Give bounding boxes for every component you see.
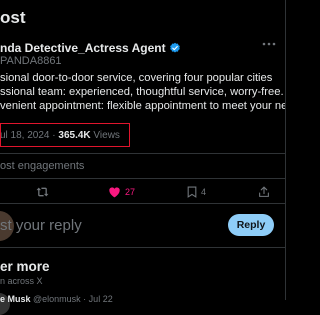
share-button[interactable] — [258, 186, 270, 198]
reply-input[interactable]: st your reply — [0, 217, 82, 234]
highlight-box — [0, 123, 130, 147]
divider — [0, 247, 285, 248]
retweet-button[interactable] — [36, 186, 49, 198]
next-post-handle: @elonmusk · Jul 22 — [33, 294, 113, 304]
divider — [0, 203, 285, 204]
discover-more-heading: er more — [0, 259, 50, 274]
page-title: ost — [0, 8, 26, 27]
tweet-text-line: sional door-to-door service, covering fo… — [0, 72, 273, 84]
verified-badge-icon — [169, 42, 180, 53]
bookmark-icon — [187, 186, 197, 198]
discover-more-subtitle: n across X — [0, 276, 43, 286]
more-icon[interactable] — [262, 40, 276, 48]
next-post-author: e Musk — [0, 294, 31, 304]
share-icon — [259, 186, 269, 197]
tweet-text-line: venient appointment: flexible appointmen… — [0, 100, 285, 113]
divider — [0, 153, 285, 154]
scrollbar-track[interactable] — [286, 0, 300, 300]
next-post-header[interactable]: e Musk @elonmusk · Jul 22 — [0, 294, 113, 304]
post-engagements-link[interactable]: ost engagements — [0, 160, 84, 172]
heart-icon — [109, 187, 120, 198]
retweet-icon — [36, 187, 49, 197]
divider — [0, 178, 285, 179]
author-handle[interactable]: PANDA8861 — [0, 55, 62, 67]
bookmark-button[interactable]: 4 — [187, 186, 206, 198]
reply-button[interactable]: Reply — [228, 214, 274, 236]
author-name[interactable]: nda Detective_Actress Agent — [0, 41, 181, 55]
tweet-text-line: ssional team: experienced, thoughtful se… — [0, 86, 284, 99]
bookmark-count: 4 — [201, 187, 207, 197]
tweet-text: sional door-to-door service, covering fo… — [0, 71, 285, 114]
like-button[interactable]: 27 — [108, 186, 135, 198]
like-count: 27 — [125, 187, 136, 197]
author-name-text: nda Detective_Actress Agent — [0, 41, 166, 55]
